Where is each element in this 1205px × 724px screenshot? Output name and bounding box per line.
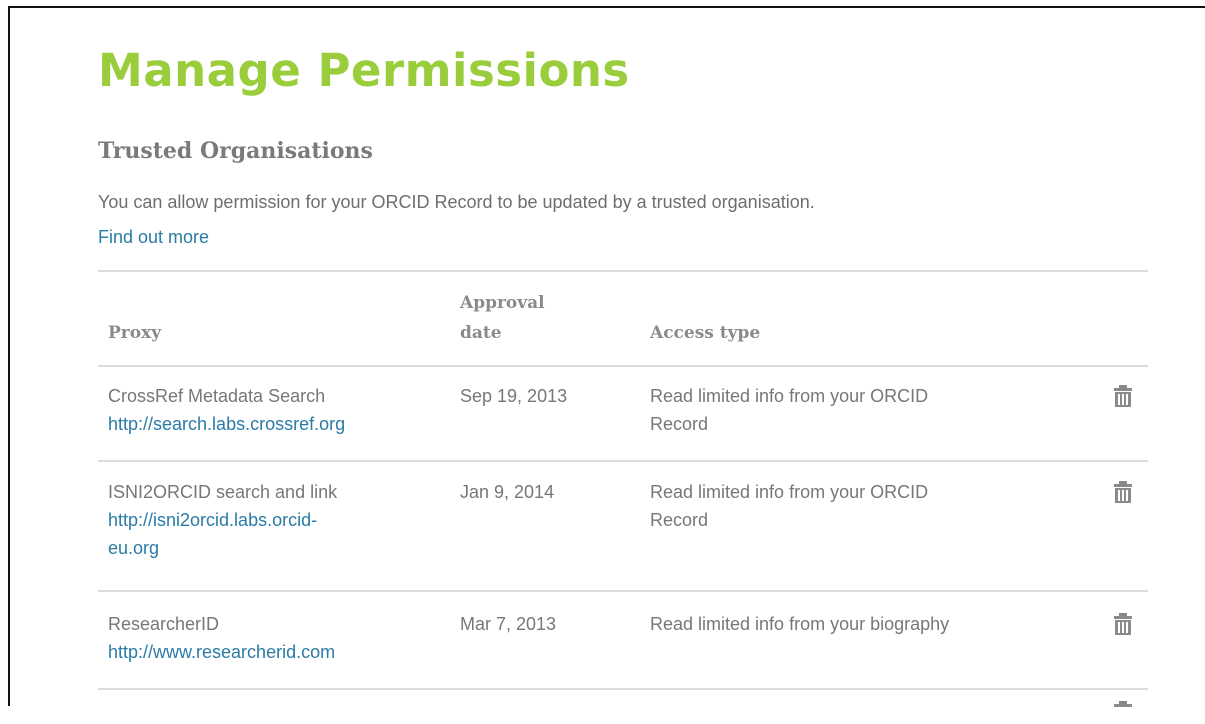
column-header-proxy: Proxy <box>108 323 162 343</box>
approval-date: Sep 19, 2013 <box>460 386 568 406</box>
proxy-url-link[interactable]: http://search.labs.crossref.org <box>108 410 408 438</box>
column-header-approval-line: Approval <box>460 293 545 313</box>
trash-icon[interactable] <box>1112 384 1134 408</box>
access-type-line: Record <box>650 510 709 530</box>
access-type: Read limited info from your biography <box>650 610 1050 638</box>
proxy-name: ResearcherID <box>108 614 220 634</box>
table-row-proxy: CrossRef Metadata Search http://search.l… <box>108 382 408 438</box>
column-header-approval-date: Approval date <box>460 288 630 348</box>
proxy-name: CrossRef Metadata Search <box>108 386 326 406</box>
page-frame: Manage Permissions Trusted Organisations… <box>8 6 1205 707</box>
section-title-trusted-organisations: Trusted Organisations <box>98 138 373 164</box>
access-type: Read limited info from your ORCID Record <box>650 478 1050 534</box>
column-header-date-line: date <box>460 323 502 343</box>
access-type-line: Record <box>650 414 709 434</box>
access-type-line: Read limited info from your ORCID <box>650 386 929 406</box>
access-type: Read limited info from your ORCID Record <box>650 382 1050 438</box>
section-description: You can allow permission for your ORCID … <box>98 192 815 212</box>
trash-icon[interactable] <box>1112 700 1134 724</box>
access-type-line: Read limited info from your ORCID <box>650 482 929 502</box>
proxy-url-line[interactable]: http://isni2orcid.labs.orcid- <box>108 510 317 530</box>
proxy-name: ISNI2ORCID search and link <box>108 482 338 502</box>
approval-date: Jan 9, 2014 <box>460 482 555 502</box>
trash-icon[interactable] <box>1112 480 1134 504</box>
table-top-divider <box>98 270 1148 272</box>
proxy-url-link[interactable]: http://isni2orcid.labs.orcid- eu.org <box>108 506 408 562</box>
table-row-proxy: ISNI2ORCID search and link http://isni2o… <box>108 478 408 562</box>
page-title: Manage Permissions <box>98 44 630 97</box>
row-divider <box>98 460 1148 462</box>
approval-date: Mar 7, 2013 <box>460 614 557 634</box>
row-divider <box>98 590 1148 592</box>
header-divider <box>98 365 1148 367</box>
trash-icon[interactable] <box>1112 612 1134 636</box>
proxy-url-line[interactable]: eu.org <box>108 538 159 558</box>
proxy-url-link[interactable]: http://www.researcherid.com <box>108 638 408 666</box>
access-type-line: Read limited info from your biography <box>650 614 950 634</box>
table-row-proxy: ResearcherID http://www.researcherid.com <box>108 610 408 666</box>
column-header-access-type: Access type <box>650 323 761 343</box>
find-out-more-link[interactable]: Find out more <box>98 227 209 248</box>
row-divider <box>98 688 1148 690</box>
